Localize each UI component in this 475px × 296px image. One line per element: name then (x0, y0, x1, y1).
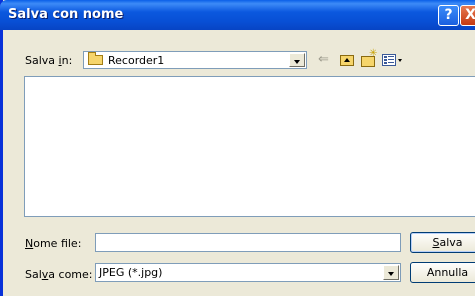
save-button[interactable]: Salva (410, 232, 475, 253)
save-button-label: alva (439, 236, 463, 249)
save-in-folder: Recorder1 (108, 54, 165, 67)
filetype-label: Salva come: (25, 268, 93, 281)
title-bar[interactable]: Salva con nome ? X (0, 0, 475, 30)
filetype-combobox[interactable]: JPEG (*.jpg) (95, 263, 401, 282)
close-button[interactable]: X (460, 5, 475, 26)
dialog-title: Salva con nome (8, 7, 124, 22)
filetype-dropdown-arrow[interactable] (383, 265, 399, 280)
views-dropdown-arrow[interactable] (398, 59, 402, 62)
filetype-label-prefix: Sal (25, 268, 42, 281)
save-in-label-suffix: n: (61, 54, 73, 67)
save-in-combobox[interactable]: Recorder1 (83, 51, 307, 69)
cancel-button-label: Annulla (426, 266, 469, 279)
cancel-button[interactable]: Annulla (410, 262, 475, 283)
filename-label-rest: ome file: (33, 237, 82, 250)
save-in-label-prefix: Salva (25, 54, 59, 67)
save-in-label: Salva in: (25, 54, 72, 67)
save-in-dropdown-arrow[interactable] (289, 53, 305, 67)
help-button[interactable]: ? (438, 5, 459, 26)
close-icon: X (465, 7, 475, 23)
filetype-selected: JPEG (*.jpg) (99, 266, 163, 279)
filename-input[interactable] (95, 233, 401, 252)
save-as-dialog: Salva con nome ? X Salva in: Recorder1 ⇐… (0, 0, 475, 296)
filename-label: Nome file: (25, 237, 81, 250)
filetype-label-suffix: a come: (48, 268, 93, 281)
folder-icon (88, 52, 103, 65)
back-icon[interactable]: ⇐ (318, 53, 332, 67)
views-menu-icon[interactable] (382, 54, 396, 66)
new-folder-icon[interactable] (361, 48, 377, 67)
up-folder-icon[interactable] (340, 55, 354, 66)
file-list[interactable] (24, 76, 475, 217)
filename-label-accel: N (25, 237, 34, 250)
help-icon: ? (444, 7, 453, 23)
